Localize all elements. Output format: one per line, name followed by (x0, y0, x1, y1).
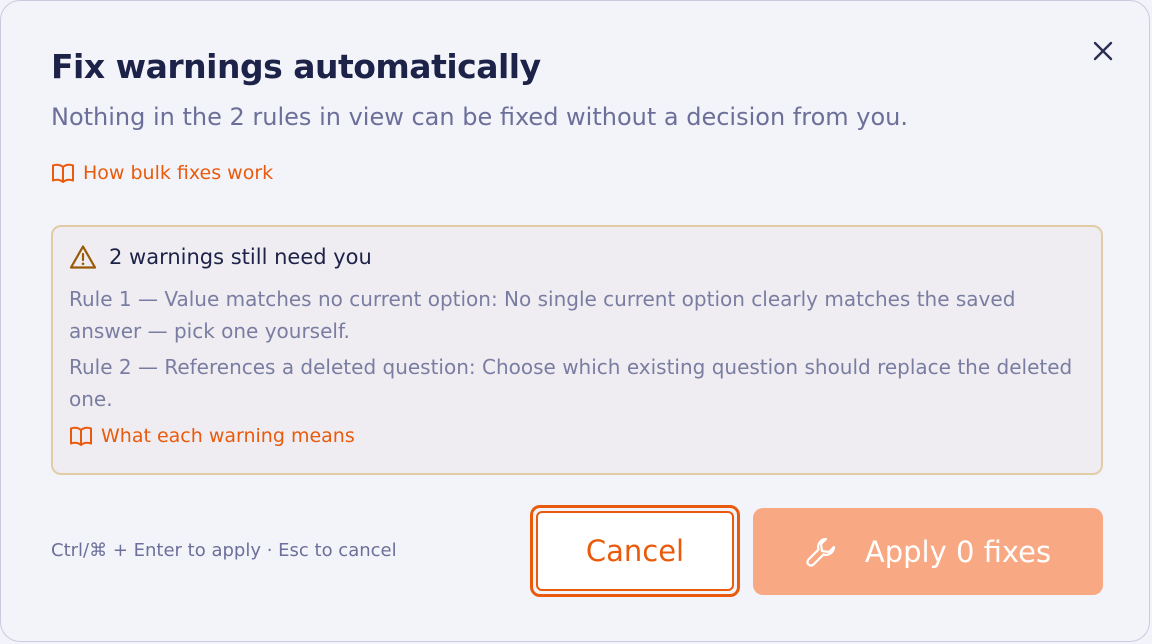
warnings-heading-text: 2 warnings still need you (109, 245, 372, 269)
what-each-warning-means-link[interactable]: What each warning means (69, 425, 355, 447)
what-each-warning-means-label: What each warning means (101, 425, 355, 447)
keyboard-shortcut-hint: Ctrl/⌘ + Enter to apply · Esc to cancel (51, 540, 397, 561)
wrench-icon (806, 537, 835, 567)
dialog-subtitle: Nothing in the 2 rules in view can be fi… (51, 103, 909, 131)
book-icon (70, 426, 92, 446)
fix-warnings-dialog: Fix warnings automatically Nothing in th… (0, 0, 1150, 642)
how-bulk-fixes-work-link[interactable]: How bulk fixes work (51, 162, 273, 184)
apply-fixes-label: Apply 0 fixes (864, 534, 1052, 569)
cancel-button-label: Cancel (536, 511, 734, 591)
warning-triangle-icon (69, 245, 97, 269)
close-button[interactable] (1087, 35, 1119, 67)
book-icon (52, 163, 74, 183)
apply-fixes-button[interactable]: Apply 0 fixes (753, 508, 1103, 595)
warning-rule-2: Rule 2 — References a deleted question: … (69, 355, 1073, 411)
cancel-button[interactable]: Cancel (530, 505, 740, 597)
warnings-heading: 2 warnings still need you (69, 244, 372, 270)
dialog-title: Fix warnings automatically (51, 47, 541, 86)
how-bulk-fixes-work-label: How bulk fixes work (83, 162, 274, 184)
warnings-panel: 2 warnings still need you Rule 1 — Value… (51, 225, 1103, 475)
warning-rule-1: Rule 1 — Value matches no current option… (69, 287, 1016, 343)
close-icon (1093, 41, 1113, 61)
